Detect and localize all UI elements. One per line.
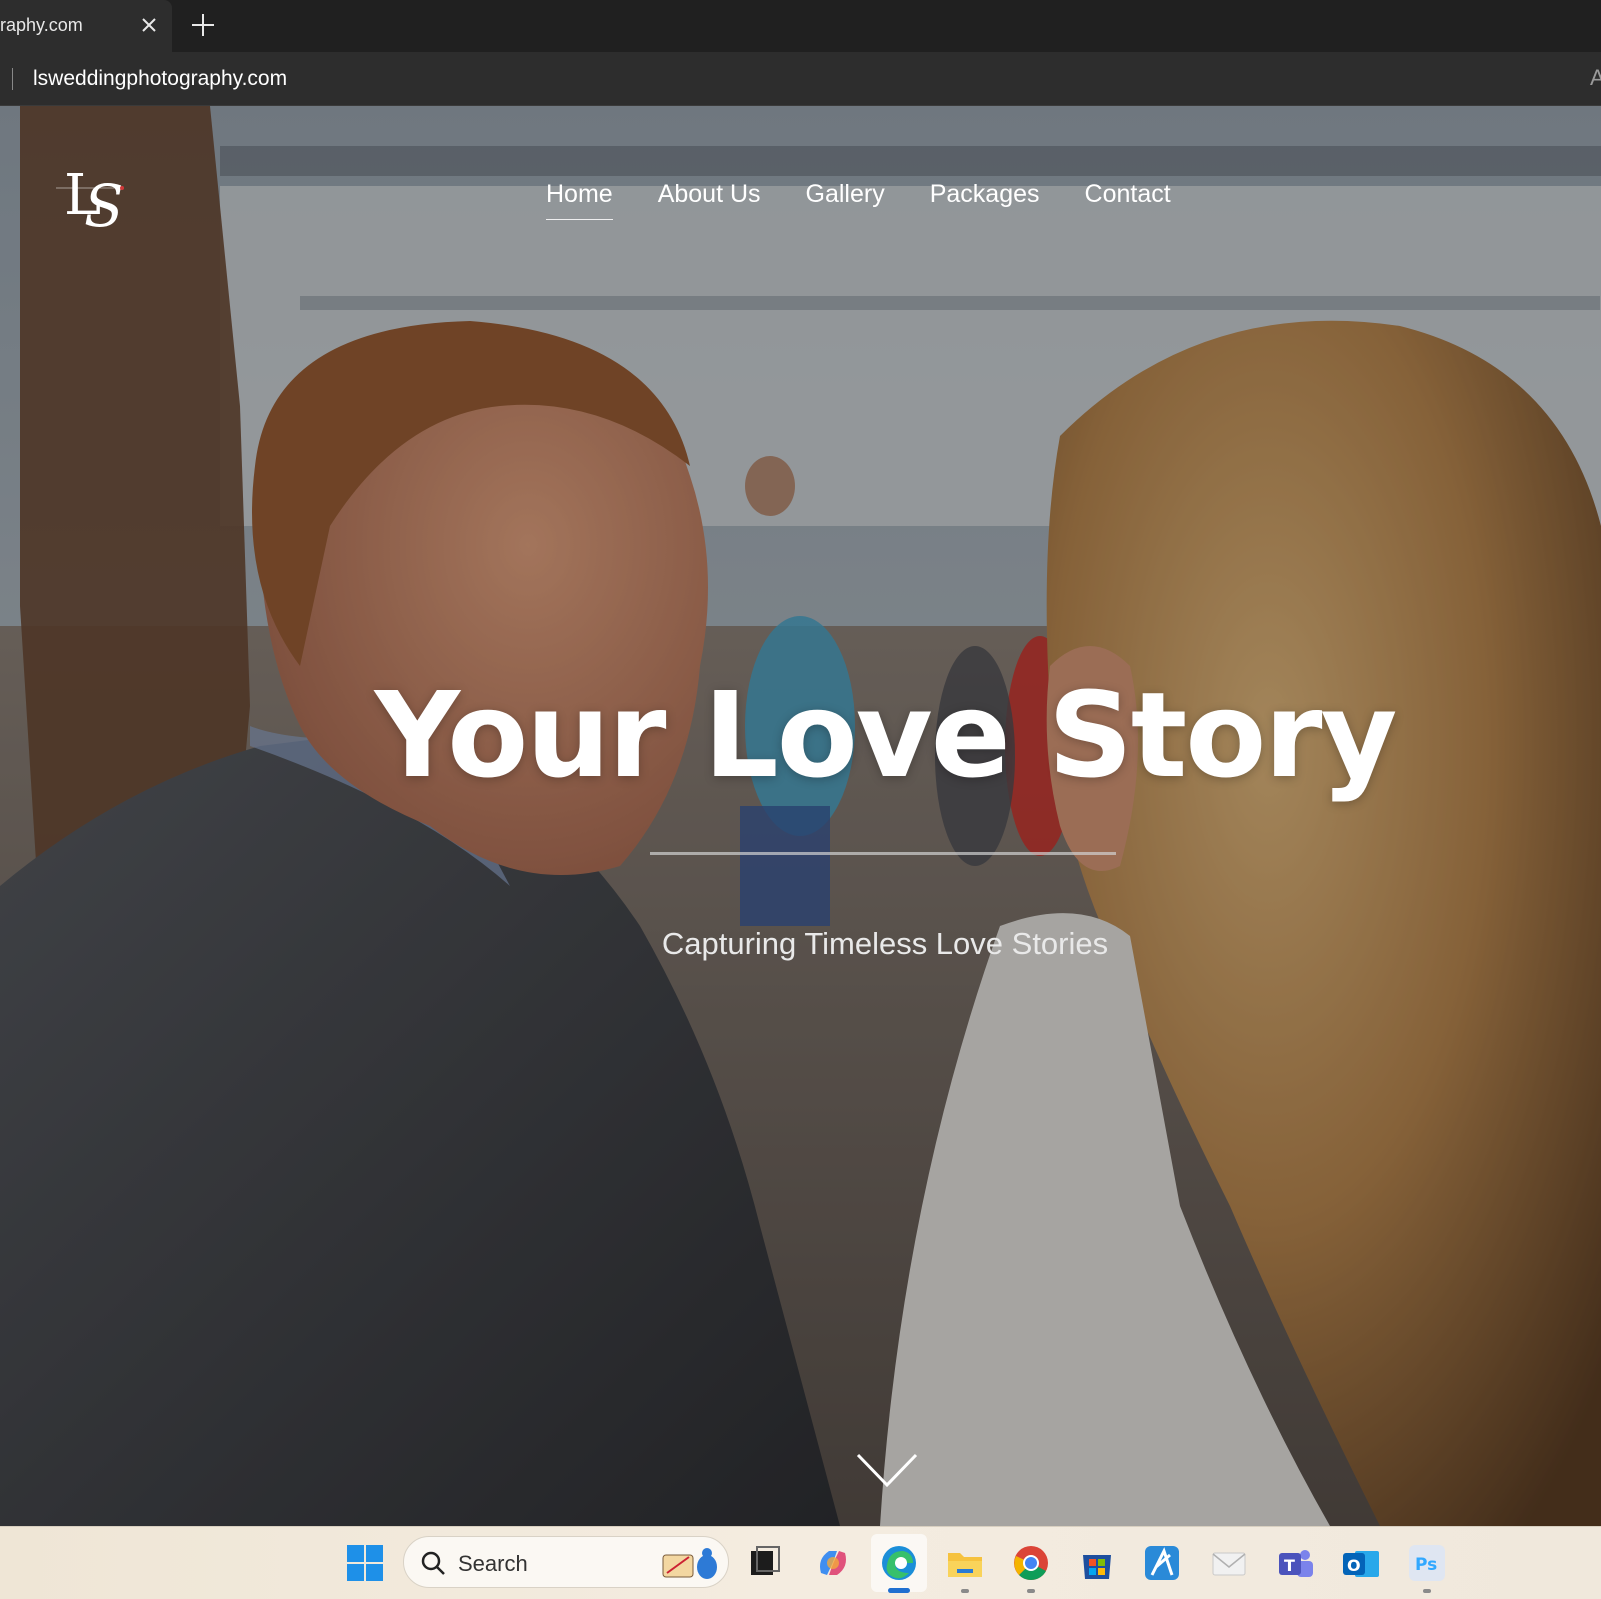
hero-divider [650, 852, 1116, 855]
hero-subtitle: Capturing Timeless Love Stories [661, 926, 1109, 961]
taskbar-search-box[interactable]: Search [403, 1536, 729, 1588]
running-indicator [1423, 1589, 1431, 1593]
hero-dark-overlay [0, 106, 1601, 1526]
close-tab-icon[interactable] [138, 14, 160, 36]
search-placeholder: Search [458, 1551, 528, 1576]
running-indicator [961, 1589, 969, 1593]
file-explorer-icon[interactable] [945, 1543, 985, 1583]
tab-title: raphy.com [0, 15, 83, 35]
teams-icon[interactable]: T [1275, 1543, 1315, 1583]
edge-browser-icon[interactable] [879, 1543, 919, 1583]
nav-item-gallery[interactable]: Gallery [806, 180, 885, 220]
photoshop-icon[interactable]: Ps [1407, 1543, 1447, 1583]
windows-start-icon[interactable] [345, 1543, 385, 1583]
app-a-icon[interactable] [1142, 1543, 1182, 1583]
search-icon [421, 1551, 445, 1575]
running-indicator [1027, 1589, 1035, 1593]
address-bar: lsweddingphotography.com A [0, 52, 1601, 106]
browser-tab-strip: raphy.com [0, 0, 1601, 52]
nav-item-home[interactable]: Home [546, 180, 613, 220]
browser-tab[interactable]: raphy.com [0, 0, 172, 52]
mail-icon[interactable] [1209, 1543, 1249, 1583]
svg-text:O: O [1347, 1556, 1361, 1575]
main-navigation: Home About Us Gallery Packages Contact [546, 180, 1216, 220]
hero-title: Your Love Story [374, 666, 1398, 804]
svg-text:T: T [1284, 1556, 1295, 1575]
task-view-icon[interactable] [745, 1543, 785, 1583]
copilot-icon[interactable] [813, 1543, 853, 1583]
ls-love-story-logo[interactable]: L S [52, 156, 134, 238]
reader-mode-icon[interactable]: A [1590, 65, 1601, 91]
new-tab-icon[interactable] [190, 12, 216, 38]
chrome-icon[interactable] [1011, 1543, 1051, 1583]
address-separator [12, 68, 13, 90]
url-field[interactable]: lsweddingphotography.com [33, 67, 287, 91]
outlook-icon[interactable]: O [1341, 1543, 1381, 1583]
nav-item-about-us[interactable]: About Us [658, 180, 761, 220]
chevron-down-icon[interactable] [856, 1452, 918, 1488]
nav-item-contact[interactable]: Contact [1085, 180, 1171, 220]
nav-item-packages[interactable]: Packages [930, 180, 1040, 220]
microsoft-store-icon[interactable] [1077, 1543, 1117, 1583]
svg-text:Ps: Ps [1415, 1555, 1437, 1575]
search-highlight-icon [662, 1548, 717, 1579]
active-app-indicator [888, 1588, 910, 1593]
windows-taskbar: Search T O Ps [0, 1526, 1601, 1599]
hero-section: L S Home About Us Gallery Packages Conta… [0, 106, 1601, 1526]
svg-text:S: S [84, 172, 124, 238]
